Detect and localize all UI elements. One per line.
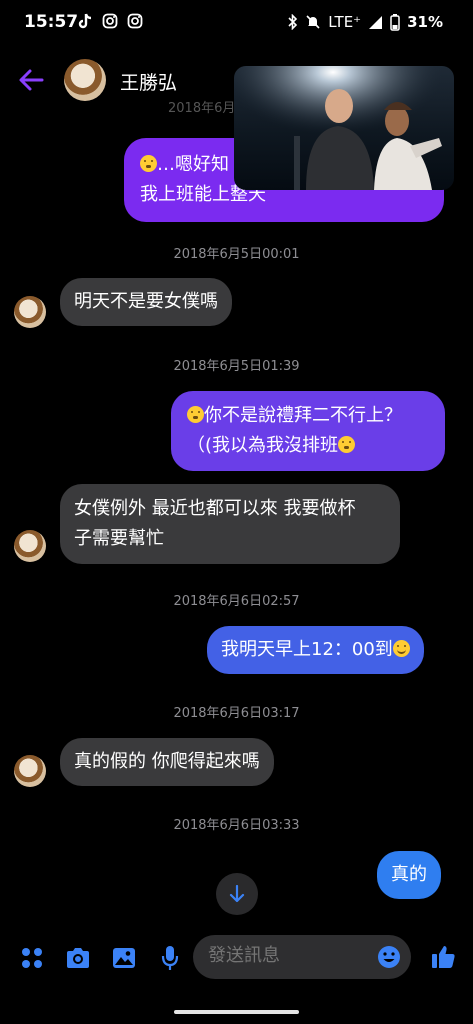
contact-name[interactable]: 王勝弘 [120, 68, 177, 95]
message-text: 你不是說禮拜二不行上？ [204, 405, 402, 426]
message-row: 真的 [377, 851, 441, 899]
emoji-icon [338, 436, 356, 453]
message-row: 真的假的 你爬得起來嗎 [60, 738, 274, 786]
message-text: 我明天早上12：00到 [221, 639, 393, 660]
message-input-box [193, 935, 411, 979]
timestamp: 2018年6月6日03:17 [173, 706, 300, 721]
instagram-icon [102, 13, 118, 29]
thumbs-up-icon[interactable] [431, 944, 456, 969]
timestamp: 2018年6月6日03:33 [173, 818, 300, 833]
sender-avatar[interactable] [14, 296, 46, 328]
camera-icon[interactable] [65, 947, 91, 969]
emoji-icon [392, 640, 410, 657]
timestamp: 2018年6月5日00:01 [173, 247, 300, 262]
sender-avatar[interactable] [14, 530, 46, 562]
video-picture-in-picture[interactable] [234, 66, 454, 190]
microphone-icon[interactable] [161, 945, 179, 971]
back-arrow-icon[interactable] [18, 68, 44, 92]
message-text: 女僕例外 最近也都可以來 我要做杯 [74, 498, 356, 519]
battery-icon [390, 13, 400, 31]
message-row: 明天不是要女僕嗎 [60, 278, 232, 326]
instagram-icon [127, 13, 143, 29]
message-bubble-outgoing[interactable]: 真的 [377, 851, 441, 899]
message-composer [0, 934, 473, 982]
message-row: 你不是說禮拜二不行上？ （(我以為我沒排班 [171, 391, 445, 471]
gallery-icon[interactable] [112, 946, 136, 970]
message-text: 子需要幫忙 [74, 528, 164, 549]
signal-icon [369, 15, 383, 29]
status-time: 15:57 [24, 12, 79, 32]
status-indicators: LTE⁺ 31% [288, 13, 443, 31]
video-frame [234, 66, 454, 190]
message-text: （(我以為我沒排班 [187, 435, 339, 456]
bluetooth-icon [288, 14, 298, 30]
apps-icon[interactable] [21, 947, 43, 969]
message-bubble-outgoing[interactable]: 我明天早上12：00到 [207, 626, 424, 674]
timestamp: 2018年6月6日02:57 [173, 594, 300, 609]
network-type: LTE⁺ [328, 13, 362, 31]
battery-level: 31% [407, 13, 443, 31]
faded-timestamp: 2018年6月 [168, 101, 236, 116]
status-app-icons [78, 13, 143, 30]
emoji-icon[interactable] [377, 945, 401, 969]
message-bubble-incoming[interactable]: 明天不是要女僕嗎 [60, 278, 232, 326]
emoji-icon [187, 406, 204, 423]
message-bubble-outgoing[interactable]: 你不是說禮拜二不行上？ （(我以為我沒排班 [171, 391, 445, 471]
message-text: …嗯好知 [157, 154, 229, 175]
sender-avatar[interactable] [14, 755, 46, 787]
home-indicator[interactable] [174, 1010, 299, 1014]
emoji-icon [140, 155, 157, 172]
status-bar: 15:57 LTE⁺ 31% [0, 0, 473, 48]
message-bubble-incoming[interactable]: 真的假的 你爬得起來嗎 [60, 738, 274, 786]
mute-icon [306, 15, 320, 29]
scroll-down-button[interactable] [216, 873, 258, 915]
message-row: 我明天早上12：00到 [207, 626, 424, 674]
message-row: 女僕例外 最近也都可以來 我要做杯 子需要幫忙 [60, 484, 400, 564]
scroll-down-icon [229, 885, 245, 903]
timestamp: 2018年6月5日01:39 [173, 359, 300, 374]
message-bubble-incoming[interactable]: 女僕例外 最近也都可以來 我要做杯 子需要幫忙 [60, 484, 400, 564]
tiktok-icon [78, 13, 92, 29]
message-input[interactable] [208, 945, 368, 966]
contact-avatar[interactable] [64, 59, 106, 101]
